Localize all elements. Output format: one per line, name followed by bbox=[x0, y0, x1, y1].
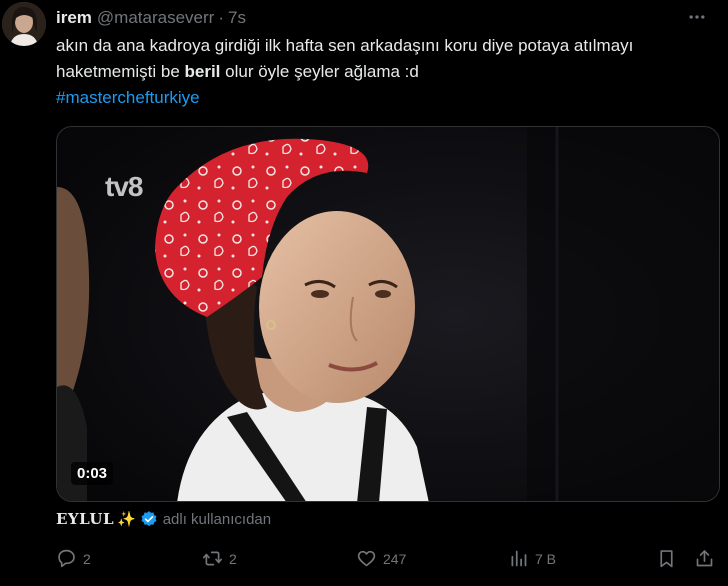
more-button[interactable] bbox=[686, 6, 708, 28]
hashtag-link[interactable]: #masterchefturkiye bbox=[56, 85, 716, 111]
tweet-header: irem @mataraseverr · 7s bbox=[56, 6, 246, 30]
views-chart-icon bbox=[511, 550, 527, 567]
display-name[interactable]: irem bbox=[56, 8, 92, 28]
bookmark-icon bbox=[660, 550, 673, 568]
avatar[interactable] bbox=[2, 2, 46, 46]
tweet-text: akın da ana kadroya girdiği ilk hafta se… bbox=[56, 33, 716, 111]
more-horizontal-icon bbox=[689, 15, 705, 19]
share-icon bbox=[696, 550, 713, 567]
attribution-from-text: adlı kullanıcıdan bbox=[162, 510, 272, 528]
video-player[interactable]: tv8 0:03 bbox=[56, 126, 720, 502]
share-button[interactable] bbox=[694, 548, 715, 569]
like-button[interactable]: 247 bbox=[356, 548, 406, 569]
like-count: 247 bbox=[383, 550, 407, 567]
heart-icon bbox=[357, 550, 376, 567]
timestamp[interactable]: 7s bbox=[228, 8, 246, 28]
bookmark-button[interactable] bbox=[656, 548, 677, 569]
tweet[interactable]: irem @mataraseverr · 7s akın da ana kadr… bbox=[0, 0, 728, 586]
video-frame bbox=[57, 127, 719, 501]
separator-dot: · bbox=[218, 8, 224, 27]
sparkles-emoji: ✨ bbox=[117, 511, 136, 528]
views-button[interactable]: 7 B bbox=[508, 548, 556, 569]
reply-icon bbox=[58, 549, 75, 568]
reply-count: 2 bbox=[83, 550, 91, 567]
tweet-text-bold: beril bbox=[184, 62, 221, 81]
attribution-name[interactable]: EYLUL bbox=[56, 510, 114, 528]
reply-button[interactable]: 2 bbox=[56, 548, 91, 569]
channel-logo-text: tv8 bbox=[105, 171, 143, 202]
retweet-icon bbox=[202, 551, 223, 566]
user-handle[interactable]: @mataraseverr bbox=[97, 8, 214, 28]
views-count: 7 B bbox=[535, 550, 557, 567]
channel-logo: tv8 bbox=[105, 171, 143, 203]
retweet-count: 2 bbox=[229, 550, 237, 567]
video-attribution[interactable]: EYLUL ✨ adlı kullanıcıdan bbox=[56, 508, 271, 530]
retweet-button[interactable]: 2 bbox=[202, 548, 237, 569]
action-bar: 2 2 247 7 B bbox=[56, 544, 720, 574]
tweet-text-part2: olur öyle şeyler ağlama :d bbox=[220, 62, 419, 81]
video-duration: 0:03 bbox=[71, 462, 114, 485]
verified-badge-icon bbox=[141, 511, 157, 527]
